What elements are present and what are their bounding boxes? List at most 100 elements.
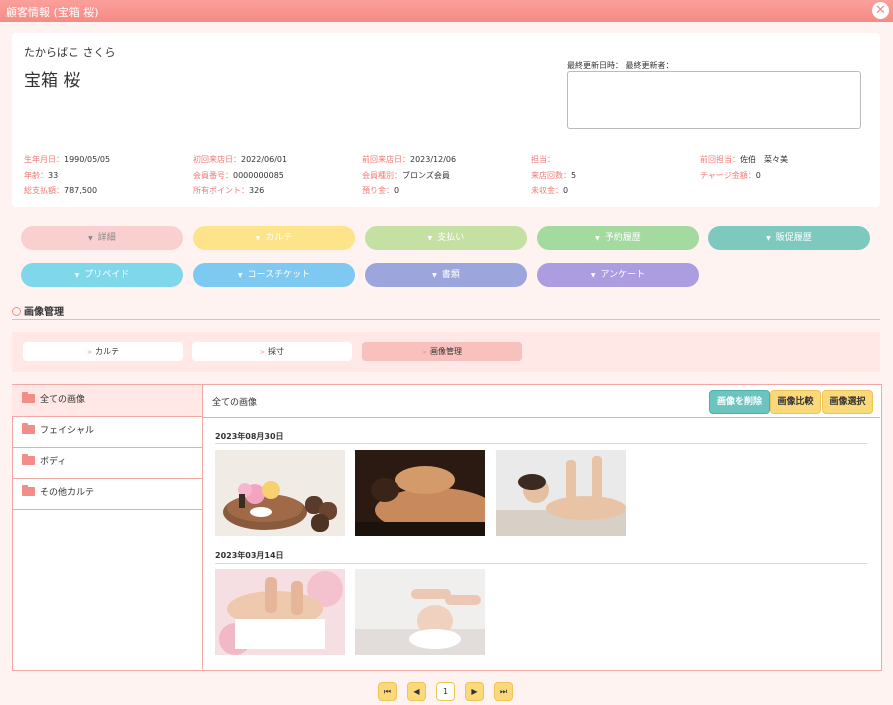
expand-triangle-icon: ▼ [590,272,596,279]
info-label: 初回来店日： [193,155,241,164]
select-image-button[interactable]: 画像選択 [822,390,873,414]
expand-triangle-icon: ▼ [595,235,600,242]
section-title-text: 画像管理 [24,307,64,318]
info-value: 326 [249,186,265,195]
info-label: 前回担当： [700,155,740,164]
panel-header-divider [203,417,880,418]
section-button[interactable]: ▼ プリペイド [21,263,183,287]
info-value: 2023/12/06 [410,155,457,164]
close-icon[interactable]: ✕ [872,2,889,19]
body-treatment-photo [215,569,345,655]
tab-label: 画像管理 [430,347,463,356]
info-value: 佐伯 菜々美 [740,155,788,164]
info-value: 787,500 [64,186,98,195]
page-current[interactable]: 1 [436,682,455,701]
page-last-button[interactable]: ⏭ [494,682,513,701]
folder-all-images[interactable]: 全ての画像 [12,385,202,417]
group-date: 2023年03月14日 [215,551,284,560]
last-page-icon: ⏭ [499,687,508,696]
section-button-label: コースチケット [247,270,311,280]
info-value: 1990/05/05 [64,155,111,164]
info-label: 生年月日： [24,155,64,164]
compare-image-button[interactable]: 画像比較 [770,390,821,414]
tab-label: カルテ [95,347,120,356]
section-button[interactable]: ▼ コースチケット [193,263,355,287]
folder-icon [22,485,35,496]
info-label: 総支払額： [24,186,64,195]
image-thumbnail-body-treatment[interactable] [215,569,345,655]
page-first-button[interactable]: ⏮ [378,682,397,701]
section-button-label: 販促履歴 [775,233,812,243]
info-label: 来店回数： [531,171,571,180]
section-button[interactable]: ▼ 予約履歴 [537,226,699,250]
section-button-label: 支払い [437,233,465,243]
window-title: 顧客情報 (宝箱 桜) [6,6,99,19]
info-label: チャージ金額： [700,171,756,180]
tab-image-management[interactable]: > 画像管理 [362,342,522,361]
expand-triangle-icon: ▼ [427,235,433,242]
info-label: 預り金： [362,186,394,195]
section-button[interactable]: ▼ アンケート [537,263,699,287]
section-button[interactable]: ▼ カルテ [193,226,355,250]
marker-icon: > [259,349,266,356]
folder-label: その他カルテ [40,488,95,498]
info-field: 総支払額：787,500 [24,185,97,196]
info-field: 預り金：0 [362,185,399,196]
info-field: 所有ポイント：326 [193,185,264,196]
customer-kana: たからばこ さくら [24,46,116,59]
section-button-label: アンケート [600,270,646,280]
panel-title: 全ての画像 [212,398,258,408]
date-divider [215,443,867,444]
info-field: チャージ金額：0 [700,170,761,181]
tab-karte[interactable]: > カルテ [23,342,183,361]
info-field: 初回来店日：2022/06/01 [193,154,287,165]
image-thumbnail-shoulder-massage[interactable] [496,450,626,536]
section-button-label: 予約履歴 [604,233,641,243]
folder-icon [22,423,35,434]
info-field: 未収金：0 [531,185,568,196]
info-value: 0 [755,171,761,180]
info-field: 前回来店日：2023/12/06 [362,154,456,165]
info-field: 会員番号：0000000085 [193,170,284,181]
tab-measure[interactable]: > 採寸 [192,342,352,361]
memo-textarea[interactable] [567,71,861,129]
folder-label: ボディ [40,457,67,467]
folder-other-karte[interactable]: その他カルテ [12,478,202,510]
section-button[interactable]: ▼ 書類 [365,263,527,287]
image-thumbnail-spa-aroma[interactable] [215,450,345,536]
circle-icon [12,307,21,316]
info-value: 2022/06/01 [241,155,288,164]
section-button-label: 書類 [441,270,460,280]
page-number: 1 [442,687,449,696]
window-titlebar: 顧客情報 (宝箱 桜) ✕ [0,0,893,22]
folder-label: フェイシャル [40,426,95,436]
section-button-label: 詳細 [97,233,116,243]
section-button[interactable]: ▼ 販促履歴 [708,226,870,250]
first-page-icon: ⏮ [383,687,392,696]
image-thumbnail-facial-massage[interactable] [355,569,485,655]
page-next-button[interactable]: ▶ [465,682,484,701]
customer-name: 宝箱 桜 [24,71,81,91]
page-prev-button[interactable]: ◀ [407,682,426,701]
facial-massage-photo [355,569,485,655]
info-value: 5 [571,171,577,180]
info-field: 会員種別：ブロンズ会員 [362,170,450,181]
section-title: 画像管理 [12,303,64,318]
info-label: 所有ポイント： [193,186,249,195]
info-label: 未収金： [531,186,563,195]
info-value: 0000000085 [233,171,284,180]
section-button-label: カルテ [265,233,293,243]
section-button[interactable]: ▼ 詳細 [21,226,183,250]
image-thumbnail-back-massage[interactable] [355,450,485,536]
delete-image-button[interactable]: 画像を削除 [709,390,770,414]
date-divider [215,563,867,564]
info-label: 前回来店日： [362,155,410,164]
tab-label: 採寸 [268,347,285,356]
section-button[interactable]: ▼ 支払い [365,226,527,250]
folder-facial[interactable]: フェイシャル [12,416,202,448]
info-label: 担当： [531,155,555,164]
info-value: 0 [394,186,400,195]
next-page-icon: ▶ [471,687,478,696]
shoulder-massage-photo [496,450,626,536]
folder-body[interactable]: ボディ [12,447,202,479]
